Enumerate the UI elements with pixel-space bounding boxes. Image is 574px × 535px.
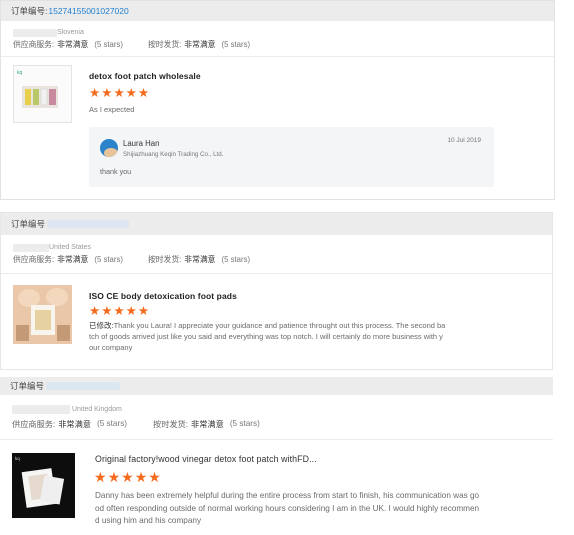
rating-summary: 供应商服务: 非常满意 (5 stars) 按时发货: 非常满意 (5 star… — [12, 417, 553, 430]
supplier-service-value: 非常满意 — [58, 419, 91, 429]
star-icon: ★ — [113, 304, 125, 318]
supplier-service-label: 供应商服务: — [13, 40, 55, 49]
review-line: od often responding outside of normal wo… — [95, 503, 480, 513]
ship-on-time-value: 非常满意 — [184, 40, 216, 49]
product-thumbnail[interactable]: kq — [12, 453, 75, 518]
reply-company: Shijiazhuang Keqin Trading Co., Ltd. — [123, 151, 224, 158]
star-icon: ★ — [101, 304, 113, 318]
supplier-service-label: 供应商服务: — [13, 255, 55, 264]
ship-on-time-label: 按时发货: — [153, 419, 189, 429]
country-name: Slovenia — [57, 29, 84, 36]
review-card: 订单编号 United States 供应商服务: 非常满意 (5 stars)… — [0, 212, 553, 370]
divider — [0, 439, 553, 440]
star-icon: ★ — [89, 86, 101, 100]
buyer-location: United Kingdom — [12, 404, 553, 415]
star-icon: ★ — [134, 469, 148, 485]
rating-summary: 供应商服务: 非常满意 (5 stars) 按时发货: 非常满意 (5 star… — [13, 253, 552, 266]
reply-author-name: Laura Han — [123, 139, 160, 148]
product-title[interactable]: Original factory!wood vinegar detox foot… — [95, 454, 317, 464]
star-icon: ★ — [107, 469, 121, 485]
svg-text:kq: kq — [15, 456, 20, 461]
supplier-reply: Laura Han Shijiazhuang Keqin Trading Co.… — [89, 127, 494, 187]
redacted-buyer-name — [12, 405, 70, 414]
ship-on-time-value: 非常满意 — [184, 255, 216, 264]
star-icon: ★ — [125, 304, 137, 318]
buyer-location: United States — [13, 242, 552, 253]
ship-on-time-stars: (5 stars) — [229, 419, 260, 428]
review-text: Danny has been extremely helpful during … — [95, 490, 535, 528]
review-line: Thank you Laura! I appreciate your guida… — [113, 321, 446, 330]
ship-on-time-label: 按时发货: — [147, 40, 182, 49]
star-icon: ★ — [89, 304, 101, 318]
svg-text:kq: kq — [17, 70, 23, 76]
rating-summary: 供应商服务: 非常满意 (5 stars) 按时发货: 非常满意 (5 star… — [13, 38, 554, 51]
divider — [1, 56, 554, 57]
detox-patch-image: kq — [12, 453, 75, 518]
order-header: 订单编号: 15274155001027020 — [1, 1, 554, 21]
reply-text: thank you — [100, 167, 132, 176]
country-name: United Kingdom — [72, 406, 122, 413]
order-label: 订单编号 — [10, 381, 45, 391]
reply-date: 10 Jul 2019 — [447, 137, 481, 144]
review-text: As I expected — [89, 105, 135, 114]
country-name: United States — [49, 244, 92, 251]
star-rating: ★ ★ ★ ★ ★ — [89, 86, 150, 100]
redacted-buyer-name — [13, 28, 57, 37]
star-icon: ★ — [101, 86, 113, 100]
foot-patch-box-image: kq — [14, 66, 71, 122]
review-line: our company — [89, 343, 133, 352]
star-icon: ★ — [137, 304, 150, 318]
product-thumbnail[interactable]: kq — [13, 65, 72, 123]
order-label: 订单编号: — [11, 6, 48, 16]
redacted-buyer-name — [13, 243, 49, 252]
buyer-location: Slovenia — [13, 27, 554, 38]
star-icon: ★ — [113, 86, 125, 100]
ship-on-time-value: 非常满意 — [191, 419, 224, 429]
star-icon: ★ — [137, 86, 150, 100]
review-line: Danny has been extremely helpful during … — [95, 491, 480, 500]
supplier-service-stars: (5 stars) — [94, 40, 123, 49]
supplier-service-stars: (5 stars) — [94, 255, 123, 264]
star-icon: ★ — [94, 469, 107, 485]
foot-pads-image — [13, 285, 72, 344]
order-header: 订单编号 — [0, 377, 553, 395]
avatar — [100, 139, 118, 157]
order-header: 订单编号 — [1, 213, 552, 235]
ship-on-time-label: 按时发货: — [147, 255, 182, 264]
star-rating: ★ ★ ★ ★ ★ — [89, 304, 150, 318]
redacted-order-number — [47, 220, 130, 228]
supplier-service-value: 非常满意 — [57, 40, 89, 49]
product-title[interactable]: ISO CE body detoxication foot pads — [89, 291, 237, 301]
review-card: 订单编号 United Kingdom 供应商服务: 非常满意 (5 stars… — [0, 377, 553, 535]
redacted-order-number — [46, 382, 121, 390]
star-icon: ★ — [121, 469, 134, 485]
product-title[interactable]: detox foot patch wholesale — [89, 71, 201, 81]
review-line: d using him and his company — [95, 516, 202, 525]
supplier-service-label: 供应商服务: — [12, 419, 56, 429]
review-line: tch of goods arrived just like you said … — [89, 332, 443, 341]
modified-label: 已修改: — [89, 321, 114, 330]
divider — [1, 273, 552, 274]
product-thumbnail[interactable] — [13, 285, 72, 344]
review-card: 订单编号: 15274155001027020 Slovenia 供应商服务: … — [0, 0, 555, 200]
order-number-link[interactable]: 15274155001027020 — [48, 6, 128, 16]
supplier-service-value: 非常满意 — [57, 255, 89, 264]
star-rating: ★ ★ ★ ★ ★ — [94, 469, 161, 485]
review-text: 已修改:Thank you Laura! I appreciate your g… — [89, 320, 489, 353]
star-icon: ★ — [148, 469, 161, 485]
star-icon: ★ — [125, 86, 137, 100]
supplier-service-stars: (5 stars) — [96, 419, 128, 428]
ship-on-time-stars: (5 stars) — [221, 255, 251, 264]
ship-on-time-stars: (5 stars) — [221, 40, 251, 49]
order-label: 订单编号 — [11, 219, 46, 229]
